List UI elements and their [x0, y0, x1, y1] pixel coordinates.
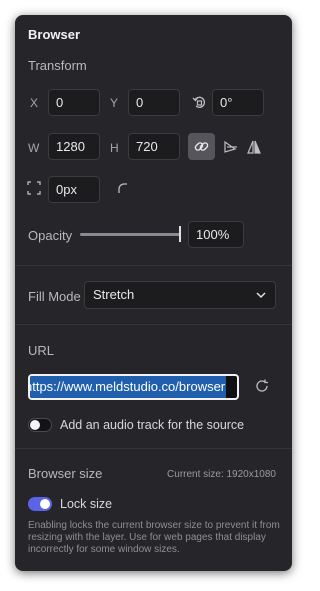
corner-style-icon[interactable]: [117, 181, 129, 193]
corner-radius-icon: [27, 181, 41, 195]
y-label: Y: [110, 96, 119, 110]
flip-vertical-icon[interactable]: [246, 139, 262, 155]
opacity-input[interactable]: 100%: [188, 221, 244, 248]
lock-size-toggle[interactable]: [28, 497, 52, 511]
h-label: H: [110, 141, 119, 155]
link-icon: [194, 142, 209, 151]
fill-mode-select[interactable]: Stretch: [84, 281, 276, 309]
transform-label: Transform: [28, 58, 87, 73]
rotate-icon: [191, 94, 207, 110]
y-input[interactable]: 0: [128, 89, 180, 116]
url-label: URL: [28, 343, 55, 358]
opacity-slider-handle[interactable]: [179, 226, 181, 242]
fill-mode-label: Fill Mode: [28, 289, 81, 304]
flip-horizontal-icon[interactable]: [223, 139, 239, 155]
divider: [15, 324, 292, 325]
audio-track-toggle[interactable]: [28, 418, 52, 432]
rotation-input[interactable]: 0°: [212, 89, 264, 116]
browser-properties-panel: Browser Transform X 0 Y 0 0° W 1280 H 72…: [15, 15, 292, 571]
toggle-knob: [30, 420, 40, 430]
link-aspect-button[interactable]: [188, 133, 215, 160]
opacity-slider[interactable]: [80, 233, 181, 236]
panel-title: Browser: [28, 27, 81, 42]
toggle-knob: [40, 499, 50, 509]
chevron-down-icon: [256, 282, 266, 317]
divider: [15, 265, 292, 266]
opacity-label: Opacity: [28, 228, 73, 243]
x-input[interactable]: 0: [48, 89, 100, 116]
url-text: nttps://www.meldstudio.co/browser: [30, 376, 227, 398]
w-label: W: [28, 141, 40, 155]
reload-icon[interactable]: [255, 379, 269, 393]
corner-radius-input[interactable]: 0px: [48, 176, 100, 203]
current-size-text: Current size: 1920x1080: [167, 469, 276, 480]
url-input[interactable]: nttps://www.meldstudio.co/browser: [28, 374, 239, 400]
browser-size-label: Browser size: [28, 466, 103, 481]
width-input[interactable]: 1280: [48, 133, 100, 160]
x-label: X: [30, 96, 39, 110]
height-input[interactable]: 720: [128, 133, 180, 160]
fill-mode-value: Stretch: [93, 287, 135, 302]
divider: [15, 448, 292, 449]
audio-track-label: Add an audio track for the source: [60, 418, 245, 432]
lock-size-description: Enabling locks the current browser size …: [28, 520, 280, 555]
lock-size-label: Lock size: [60, 497, 113, 511]
